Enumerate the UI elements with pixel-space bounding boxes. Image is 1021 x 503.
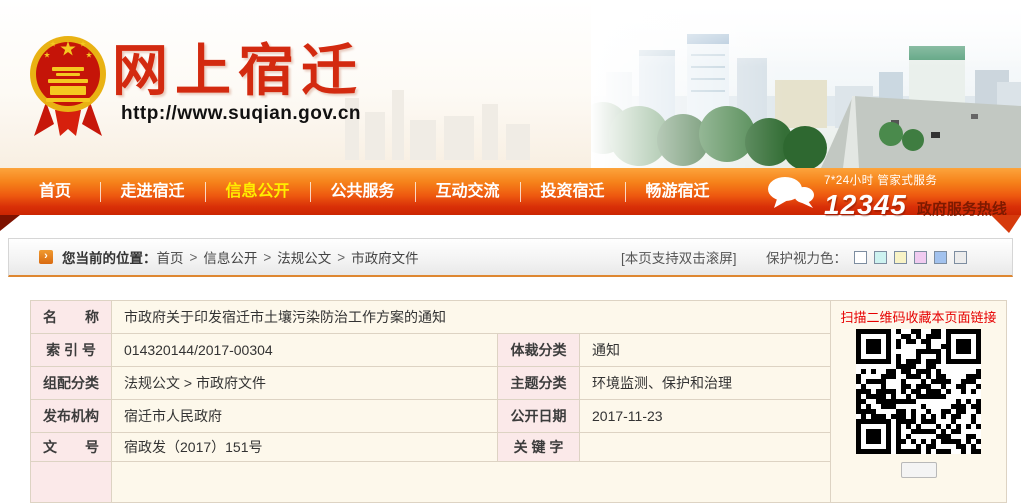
nav-menu: 首页 走进宿迁 信息公开 公共服务 互动交流 投资宿迁 畅游宿迁 bbox=[10, 168, 730, 215]
field-label-doc-number: 文 号 bbox=[31, 433, 111, 461]
vision-color-swatch-white[interactable] bbox=[854, 251, 867, 264]
breadcrumb-separator: > bbox=[337, 250, 345, 265]
chat-bubbles-icon bbox=[766, 176, 816, 215]
breadcrumb-arrow-icon: › bbox=[39, 250, 53, 264]
nav-item-interaction[interactable]: 互动交流 bbox=[415, 168, 520, 215]
field-value-issuing-agency: 宿迁市人民政府 bbox=[112, 400, 497, 432]
skyline-watermark bbox=[392, 90, 404, 160]
vision-color-label: 保护视力色： bbox=[766, 247, 847, 267]
double-click-scroll-tip: [本页支持双击滚屏] bbox=[621, 239, 737, 275]
skyline-watermark bbox=[482, 104, 498, 160]
field-label-publish-date: 公开日期 bbox=[498, 400, 579, 432]
nav-item-info-disclosure[interactable]: 信息公开 bbox=[205, 168, 310, 215]
vision-color-swatch-pink[interactable] bbox=[914, 251, 927, 264]
qr-panel: 扫描二维码收藏本页面链接 bbox=[831, 301, 1006, 502]
field-label-genre-category: 体裁分类 bbox=[498, 334, 579, 366]
skyline-watermark bbox=[444, 116, 474, 160]
main-nav: 首页 走进宿迁 信息公开 公共服务 互动交流 投资宿迁 畅游宿迁 7*24小时 … bbox=[0, 168, 1021, 215]
city-photo bbox=[591, 0, 1021, 168]
field-value-keywords bbox=[580, 433, 830, 461]
vision-color-swatch-yellow[interactable] bbox=[894, 251, 907, 264]
breadcrumb: › 您当前的位置： 首页 > 信息公开 > 法规公文 > 市政府文件 bbox=[39, 239, 419, 275]
nav-item-public-services[interactable]: 公共服务 bbox=[310, 168, 415, 215]
field-label-partial bbox=[31, 462, 111, 502]
nav-item-invest-suqian[interactable]: 投资宿迁 bbox=[520, 168, 625, 215]
field-value-topic-category: 环境监测、保护和治理 bbox=[580, 367, 830, 399]
breadcrumb-separator: > bbox=[263, 250, 271, 265]
breadcrumb-link-city-gov-docs[interactable]: 市政府文件 bbox=[351, 247, 419, 267]
qr-footer-button[interactable] bbox=[901, 462, 937, 478]
field-label-name: 名 称 bbox=[31, 301, 111, 333]
ribbon-tail-right bbox=[991, 215, 1021, 233]
field-value-index-number: 014320144/2017-00304 bbox=[112, 334, 497, 366]
breadcrumb-prefix: 您当前的位置： bbox=[62, 247, 157, 267]
vision-color-picker: 保护视力色： bbox=[766, 239, 967, 275]
field-label-issuing-agency: 发布机构 bbox=[31, 400, 111, 432]
national-emblem-icon bbox=[28, 22, 108, 145]
field-value-name: 市政府关于印发宿迁市土壤污染防治工作方案的通知 bbox=[112, 301, 830, 333]
hotline-number: 12345 bbox=[824, 189, 907, 221]
vision-color-swatch-gray[interactable] bbox=[954, 251, 967, 264]
field-value-doc-number: 宿政发（2017）151号 bbox=[112, 433, 497, 461]
skyline-watermark bbox=[410, 120, 436, 160]
ribbon-fold-left bbox=[0, 215, 20, 231]
nav-item-home[interactable]: 首页 bbox=[10, 168, 100, 215]
field-value-publish-date: 2017-11-23 bbox=[580, 400, 830, 432]
qr-code bbox=[856, 329, 981, 454]
breadcrumb-link-info-disclosure[interactable]: 信息公开 bbox=[203, 247, 257, 267]
vision-color-swatch-blue[interactable] bbox=[934, 251, 947, 264]
field-value-partial bbox=[112, 462, 830, 502]
nav-item-about-suqian[interactable]: 走进宿迁 bbox=[100, 168, 205, 215]
field-label-group-category: 组配分类 bbox=[31, 367, 111, 399]
field-value-genre-category: 通知 bbox=[580, 334, 830, 366]
site-header: 网上宿迁 http://www.suqian.gov.cn bbox=[0, 0, 1021, 168]
breadcrumb-bar: › 您当前的位置： 首页 > 信息公开 > 法规公文 > 市政府文件 [本页支持… bbox=[8, 238, 1013, 277]
field-label-topic-category: 主题分类 bbox=[498, 367, 579, 399]
site-url: http://www.suqian.gov.cn bbox=[121, 103, 361, 125]
doc-info-table: 名 称 市政府关于印发宿迁市土壤污染防治工作方案的通知 扫描二维码收藏本页面链接… bbox=[30, 300, 1007, 503]
service-hotline: 7*24小时 管家式服务 12345 政府服务热线 bbox=[824, 172, 1007, 221]
vision-color-swatch-cyan[interactable] bbox=[874, 251, 887, 264]
skyline-watermark bbox=[365, 112, 385, 160]
hotline-hours: 7*24小时 管家式服务 bbox=[824, 172, 1007, 188]
breadcrumb-link-home[interactable]: 首页 bbox=[157, 247, 184, 267]
nav-item-travel-suqian[interactable]: 畅游宿迁 bbox=[625, 168, 730, 215]
field-value-group-category: 法规公文 > 市政府文件 bbox=[112, 367, 497, 399]
field-label-keywords: 关 键 字 bbox=[498, 433, 579, 461]
qr-caption: 扫描二维码收藏本页面链接 bbox=[831, 307, 1006, 326]
skyline-watermark bbox=[506, 124, 530, 160]
site-title: 网上宿迁 bbox=[112, 26, 364, 107]
breadcrumb-link-regulations[interactable]: 法规公文 bbox=[277, 247, 331, 267]
field-label-index-number: 索 引 号 bbox=[31, 334, 111, 366]
breadcrumb-separator: > bbox=[190, 250, 198, 265]
